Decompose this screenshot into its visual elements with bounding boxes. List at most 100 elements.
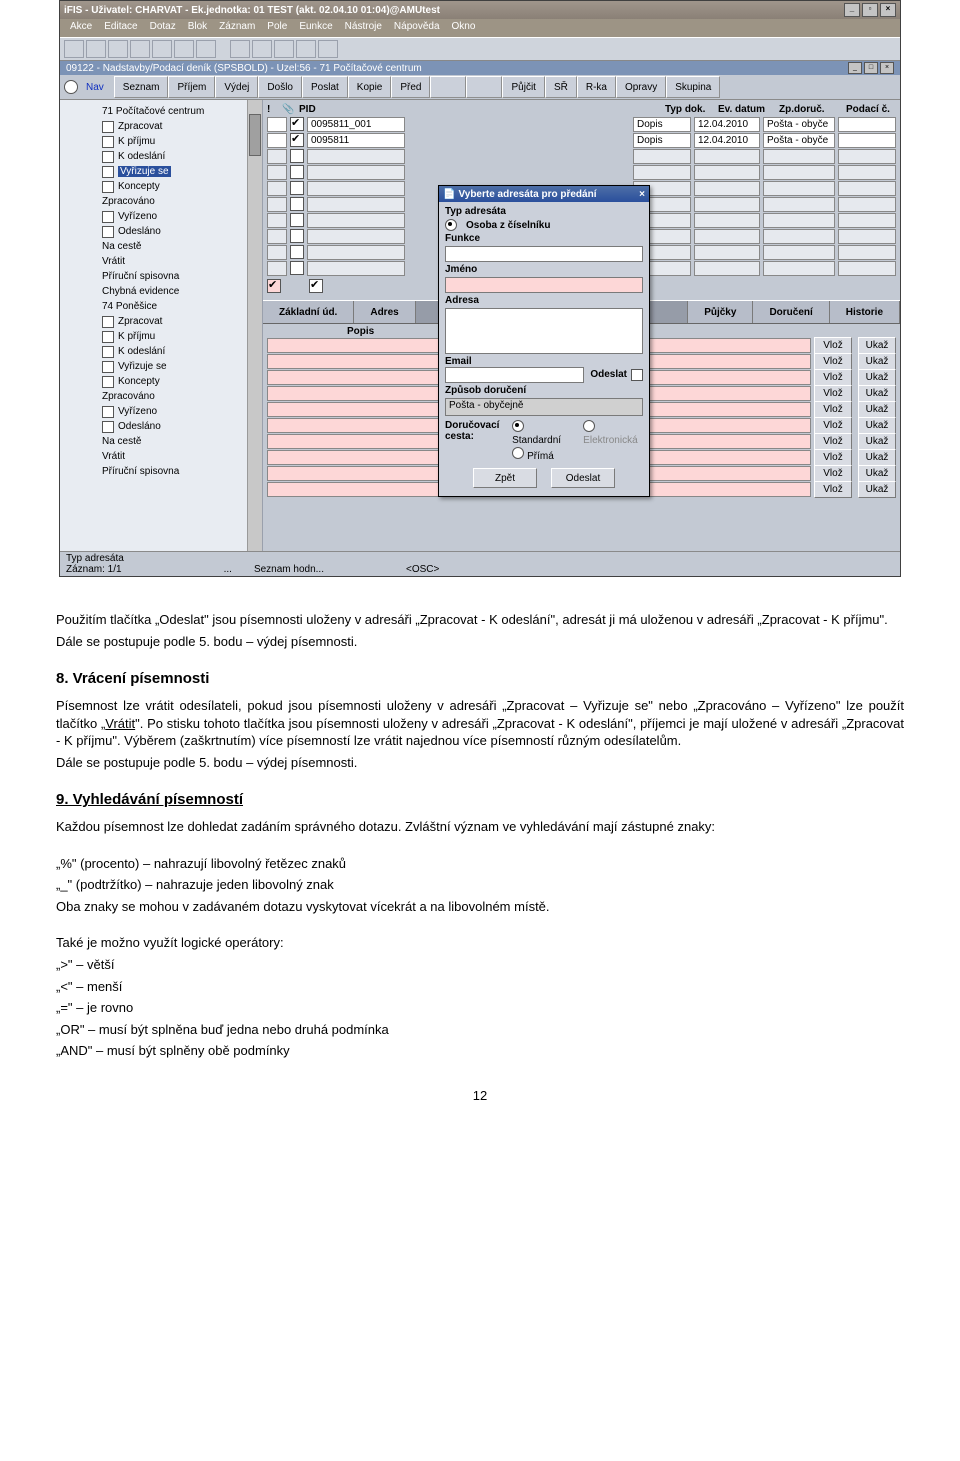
checkbox-odeslat[interactable] [631,369,643,381]
nav-tab[interactable]: R-ka [577,76,616,98]
button-ukaz[interactable]: Ukaž [858,337,896,354]
table-row[interactable]: 0095811_001Dopis12.04.2010Pošta - obyče [267,116,896,132]
tree-node[interactable]: 74 Poněšice [86,299,258,314]
cell-checkbox[interactable] [290,197,304,211]
menu-item[interactable]: Blok [182,19,213,37]
button-ukaz[interactable]: Ukaž [858,401,896,418]
button-ukaz[interactable]: Ukaž [858,385,896,402]
toolbar-button[interactable] [130,40,150,58]
input-jmeno[interactable] [445,277,643,293]
nav-home[interactable]: Nav [86,82,104,93]
menu-item[interactable]: Okno [446,19,482,37]
restore-button[interactable]: ▫ [862,3,878,17]
scrollbar-thumb[interactable] [249,114,261,156]
menu-item[interactable]: Pole [261,19,293,37]
cell-checkbox[interactable] [290,165,304,179]
input-email[interactable] [445,367,584,383]
tree-node[interactable]: Vyřizuje se [102,359,258,374]
tree-checkbox[interactable] [102,181,114,193]
filter-checkbox[interactable] [309,279,323,293]
tree-node[interactable]: Příruční spisovna [86,269,258,284]
button-vloz[interactable]: Vlož [814,385,852,402]
button-ukaz[interactable]: Ukaž [858,369,896,386]
menu-item[interactable]: Nástroje [339,19,388,37]
button-zpet[interactable]: Zpět [473,468,537,488]
button-vloz[interactable]: Vlož [814,401,852,418]
button-odeslat[interactable]: Odeslat [551,468,615,488]
button-ukaz[interactable]: Ukaž [858,449,896,466]
tree-checkbox[interactable] [102,211,114,223]
input-funkce[interactable] [445,246,643,262]
nav-tab[interactable]: Skupina [666,76,720,98]
nav-tab[interactable]: Došlo [258,76,302,98]
dialog-close-button[interactable]: × [639,189,645,200]
filter-checkbox[interactable] [267,279,281,293]
button-ukaz[interactable]: Ukaž [858,433,896,450]
radio-osoba-z-ciselniku[interactable] [445,219,457,231]
tree-node[interactable]: Koncepty [102,374,258,389]
table-row[interactable] [267,148,896,164]
toolbar-button[interactable] [108,40,128,58]
nav-tab[interactable]: Seznam [114,76,169,98]
section-tab[interactable]: Adres [354,301,415,323]
nav-tab[interactable] [430,76,466,98]
section-tab[interactable]: Půjčky [688,301,753,323]
nav-tab[interactable]: Příjem [168,76,215,98]
tree-checkbox[interactable] [102,316,114,328]
tree-checkbox[interactable] [102,136,114,148]
table-row[interactable]: 0095811Dopis12.04.2010Pošta - obyče [267,132,896,148]
tree-node[interactable]: Zpracovat [102,119,258,134]
nav-tab[interactable]: Půjčit [502,76,544,98]
tree-node[interactable]: Příruční spisovna [86,464,258,479]
tree-node[interactable]: Zpracovat [102,314,258,329]
tree-checkbox[interactable] [102,376,114,388]
menu-item[interactable]: Dotaz [144,19,182,37]
button-vloz[interactable]: Vlož [814,449,852,466]
tree-node[interactable]: K odeslání [102,344,258,359]
button-ukaz[interactable]: Ukaž [858,353,896,370]
button-ukaz[interactable]: Ukaž [858,417,896,434]
section-tab[interactable]: Doručení [753,301,829,323]
menu-item[interactable]: Akce [64,19,98,37]
sub-close[interactable]: × [880,62,894,74]
nav-tab[interactable] [466,76,502,98]
radio-elektronicka[interactable] [583,420,595,432]
textarea-adresa[interactable] [445,308,643,354]
cell-checkbox[interactable] [290,245,304,259]
toolbar-button[interactable] [64,40,84,58]
tree-node[interactable]: Na cestě [86,434,258,449]
button-vloz[interactable]: Vlož [814,417,852,434]
table-row[interactable] [267,164,896,180]
tree-node[interactable]: K příjmu [102,134,258,149]
tree-checkbox[interactable] [102,166,114,178]
nav-tab[interactable]: Poslat [302,76,348,98]
tree-node[interactable]: Vrátit [86,449,258,464]
tree-checkbox[interactable] [102,361,114,373]
nav-tab[interactable]: Před [391,76,430,98]
button-vloz[interactable]: Vlož [814,433,852,450]
sub-maximize[interactable]: □ [864,62,878,74]
toolbar-button[interactable] [296,40,316,58]
tree-node[interactable]: Zpracováno [86,389,258,404]
cell-checkbox[interactable] [290,213,304,227]
button-ukaz[interactable]: Ukaž [858,465,896,482]
section-tab[interactable]: Základní úd. [263,301,354,323]
tree-node[interactable]: Odesláno [102,224,258,239]
scrollbar[interactable] [247,100,262,551]
nav-tab[interactable]: SŘ [545,76,577,98]
tree-node[interactable]: Vyřízeno [102,209,258,224]
toolbar-button[interactable] [318,40,338,58]
toolbar-button[interactable] [86,40,106,58]
close-button[interactable]: × [880,3,896,17]
tree-node[interactable]: Chybná evidence [86,284,258,299]
tree-node[interactable]: 71 Počítačové centrum [86,104,258,119]
tree-node[interactable]: Vrátit [86,254,258,269]
button-vloz[interactable]: Vlož [814,465,852,482]
nav-tab[interactable]: Kopie [348,76,392,98]
cell-checkbox[interactable] [290,181,304,195]
toolbar-button[interactable] [252,40,272,58]
menu-item[interactable]: Záznam [213,19,261,37]
tree-checkbox[interactable] [102,346,114,358]
button-vloz[interactable]: Vlož [814,353,852,370]
cell-checkbox[interactable] [290,229,304,243]
